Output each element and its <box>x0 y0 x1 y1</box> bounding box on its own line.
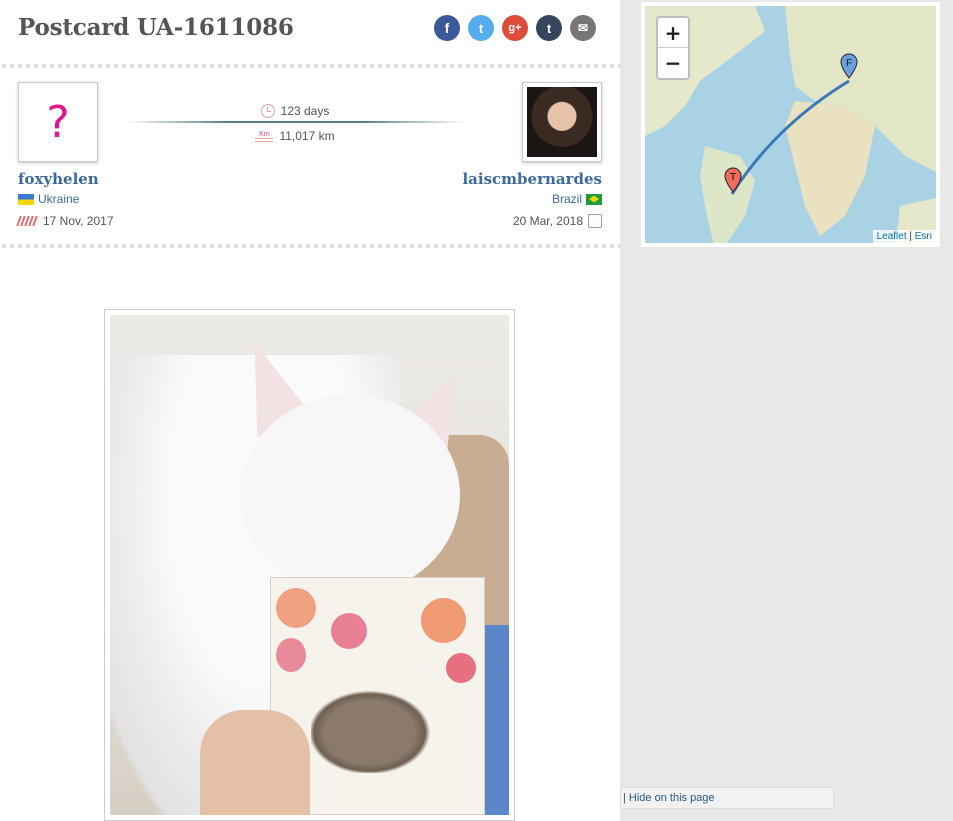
flower <box>446 653 476 683</box>
hand <box>200 710 310 815</box>
bottom-divider <box>0 242 620 250</box>
cat-head <box>240 395 460 595</box>
sent-stamp-icon <box>16 216 40 226</box>
top-divider <box>0 62 620 70</box>
hide-bar-separator: | <box>623 792 626 804</box>
googleplus-share-button[interactable]: g+ <box>502 15 528 41</box>
flower <box>331 613 367 649</box>
sender-country[interactable]: Ukraine <box>18 192 79 206</box>
page-title: Postcard UA-1611086 <box>18 14 294 41</box>
sender-username[interactable]: foxyhelen <box>18 170 99 188</box>
travel-days: 123 days <box>280 104 330 118</box>
googleplus-icon: g+ <box>508 22 522 34</box>
to-marker-label: T <box>730 172 736 183</box>
hide-on-page-link[interactable]: Hide on this page <box>629 792 715 804</box>
receiver-country-label: Brazil <box>551 192 582 206</box>
map-attribution: Leaflet | Esri <box>872 230 936 243</box>
received-date-label: 20 Mar, 2018 <box>512 214 583 228</box>
clock-icon <box>260 104 275 118</box>
attribution-separator: | <box>906 231 915 242</box>
zoom-in-button[interactable]: + <box>658 18 688 48</box>
route-map[interactable]: F T + − Leaflet | Esri <box>641 2 940 247</box>
postcard-image <box>110 315 509 815</box>
received-stamp-icon <box>588 214 602 228</box>
receiver-username[interactable]: laiscmbernardes <box>462 170 602 188</box>
hide-on-page-bar: | Hide on this page <box>620 787 834 809</box>
esri-link[interactable]: Esri <box>915 231 932 242</box>
facebook-share-button[interactable]: f <box>434 15 460 41</box>
email-share-button[interactable]: ✉ <box>570 15 596 41</box>
flower <box>276 638 306 672</box>
email-icon: ✉ <box>577 21 589 35</box>
travel-line <box>125 121 465 123</box>
postcard-image-frame[interactable] <box>104 309 515 821</box>
twitter-icon: t <box>478 20 484 36</box>
receiver-country[interactable]: Brazil <box>552 192 602 206</box>
map-zoom-controls: + − <box>656 16 690 80</box>
from-marker-label: F <box>846 58 852 69</box>
sender-avatar[interactable]: ? <box>18 82 98 162</box>
sender-sent-date: 17 Nov, 2017 <box>16 214 114 228</box>
sent-date-label: 17 Nov, 2017 <box>43 214 114 228</box>
receiver-received-date: 20 Mar, 2018 <box>513 214 602 228</box>
tumblr-icon: t <box>546 20 552 36</box>
distance-icon: Km <box>255 131 274 142</box>
zoom-out-button[interactable]: − <box>658 48 688 78</box>
leaflet-link[interactable]: Leaflet <box>877 231 907 242</box>
sender-country-label: Ukraine <box>38 192 80 206</box>
receiver-photo <box>527 87 597 157</box>
receiver-avatar[interactable] <box>522 82 602 162</box>
twitter-share-button[interactable]: t <box>468 15 494 41</box>
share-buttons: f t g+ t ✉ <box>434 15 596 41</box>
brazil-flag-icon <box>586 193 602 205</box>
flower <box>421 598 466 643</box>
tumblr-share-button[interactable]: t <box>536 15 562 41</box>
travel-info: 123 days Km 11,017 km <box>125 102 465 145</box>
travel-distance: 11,017 km <box>279 129 335 143</box>
unknown-avatar-icon: ? <box>46 96 70 148</box>
rabbit-illustration <box>311 683 441 773</box>
facebook-icon: f <box>444 20 450 36</box>
flower <box>276 588 316 628</box>
ukraine-flag-icon <box>18 193 34 205</box>
